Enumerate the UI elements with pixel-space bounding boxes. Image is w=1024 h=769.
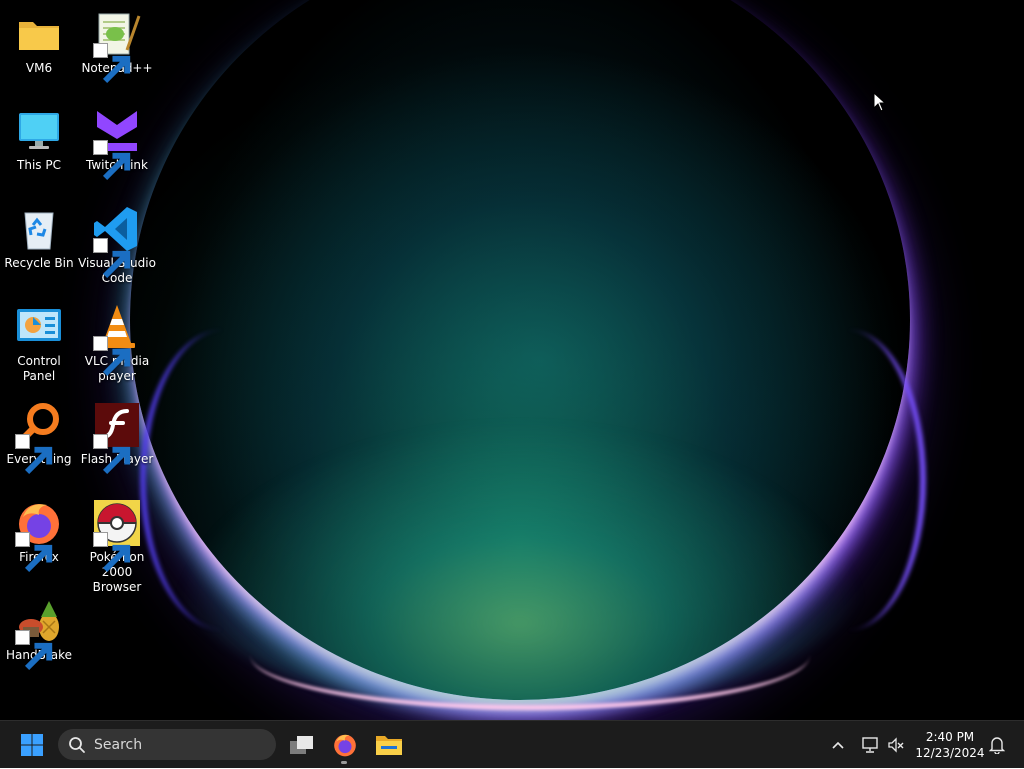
- firefox-icon: [15, 499, 63, 573]
- desktop-icon-vlc[interactable]: VLC media player: [78, 303, 156, 384]
- desktop-icon-this-pc[interactable]: This PC: [0, 107, 78, 173]
- desktop-icon-label: VM6: [25, 61, 53, 75]
- desktop-icon-flash-player[interactable]: Flash Player: [78, 401, 156, 475]
- notifications-button[interactable]: [986, 721, 1008, 769]
- shortcut-arrow-icon: [15, 630, 53, 671]
- everything-magnifier-icon: [15, 401, 63, 475]
- wallpaper-ring-right: [770, 330, 926, 630]
- clock[interactable]: 2:40 PM 12/23/2024: [914, 729, 986, 761]
- search-input[interactable]: Search: [58, 729, 276, 760]
- desktop-icon-firefox[interactable]: Firefox: [0, 499, 78, 573]
- wallpaper-ring-left: [140, 330, 306, 630]
- twitchlink-icon: [93, 107, 141, 181]
- running-indicator: [341, 761, 347, 764]
- desktop-icon-vm6[interactable]: VM6: [0, 10, 78, 76]
- pokeball-icon: [93, 499, 141, 573]
- vlc-cone-icon: [93, 303, 141, 377]
- desktop-icon-handbrake[interactable]: HandBrake: [0, 597, 78, 671]
- search-placeholder: Search: [94, 736, 143, 753]
- network-icon: [862, 737, 878, 753]
- search-icon: [69, 736, 85, 753]
- desktop-icon-label: This PC: [17, 158, 61, 172]
- desktop-icon-notepadpp[interactable]: Notepad++: [78, 10, 156, 84]
- taskbar: Search 2:40 PM 12/23/2024: [0, 720, 1024, 768]
- firefox-icon: [334, 734, 356, 757]
- vscode-icon: [93, 205, 141, 279]
- monitor-icon: [15, 107, 63, 155]
- shortcut-arrow-icon: [93, 532, 131, 573]
- mouse-cursor-icon: [873, 92, 887, 112]
- shortcut-arrow-icon: [93, 434, 131, 475]
- network-status-button[interactable]: [858, 721, 882, 769]
- desktop-icon-label: Recycle Bin: [4, 256, 74, 270]
- desktop-icon-vscode[interactable]: Visual Studio Code: [78, 205, 156, 286]
- shortcut-arrow-icon: [93, 238, 131, 279]
- recycle-bin-icon: [15, 205, 63, 253]
- shortcut-arrow-icon: [15, 532, 53, 573]
- task-view-icon: [290, 736, 313, 754]
- show-hidden-icons-button[interactable]: [826, 721, 850, 769]
- desktop-icon-everything[interactable]: Everything: [0, 401, 78, 475]
- shortcut-arrow-icon: [15, 434, 53, 475]
- volume-muted-icon: [888, 737, 904, 753]
- windows-logo-icon: [21, 734, 43, 756]
- notepadpp-icon: [93, 10, 141, 84]
- desktop-icon-label: Control Panel: [17, 354, 61, 383]
- bell-icon: [989, 737, 1005, 754]
- desktop-icon-twitchlink[interactable]: TwitchLink: [78, 107, 156, 181]
- chevron-up-icon: [832, 741, 844, 749]
- clock-time: 2:40 PM: [925, 730, 975, 744]
- wallpaper-ring-bottom: [250, 600, 810, 710]
- shortcut-arrow-icon: [93, 43, 131, 84]
- shortcut-arrow-icon: [93, 140, 131, 181]
- clock-date: 12/23/2024: [915, 746, 985, 760]
- control-panel-icon: [15, 303, 63, 351]
- desktop[interactable]: VM6 This PC Recycle Bin Control Panel Ev…: [0, 0, 1024, 720]
- desktop-icon-recycle-bin[interactable]: Recycle Bin: [0, 205, 78, 271]
- taskbar-file-explorer[interactable]: [368, 721, 410, 769]
- volume-button[interactable]: [884, 721, 908, 769]
- desktop-icon-control-panel[interactable]: Control Panel: [0, 303, 78, 384]
- handbrake-pineapple-icon: [15, 597, 63, 671]
- start-button[interactable]: [12, 721, 52, 769]
- file-explorer-icon: [376, 736, 402, 755]
- desktop-icon-pokemon-browser[interactable]: Pokémon 2000 Browser: [78, 499, 156, 595]
- taskbar-task-view[interactable]: [282, 721, 322, 769]
- shortcut-arrow-icon: [93, 336, 131, 377]
- flash-player-icon: [93, 401, 141, 475]
- folder-icon: [15, 10, 63, 58]
